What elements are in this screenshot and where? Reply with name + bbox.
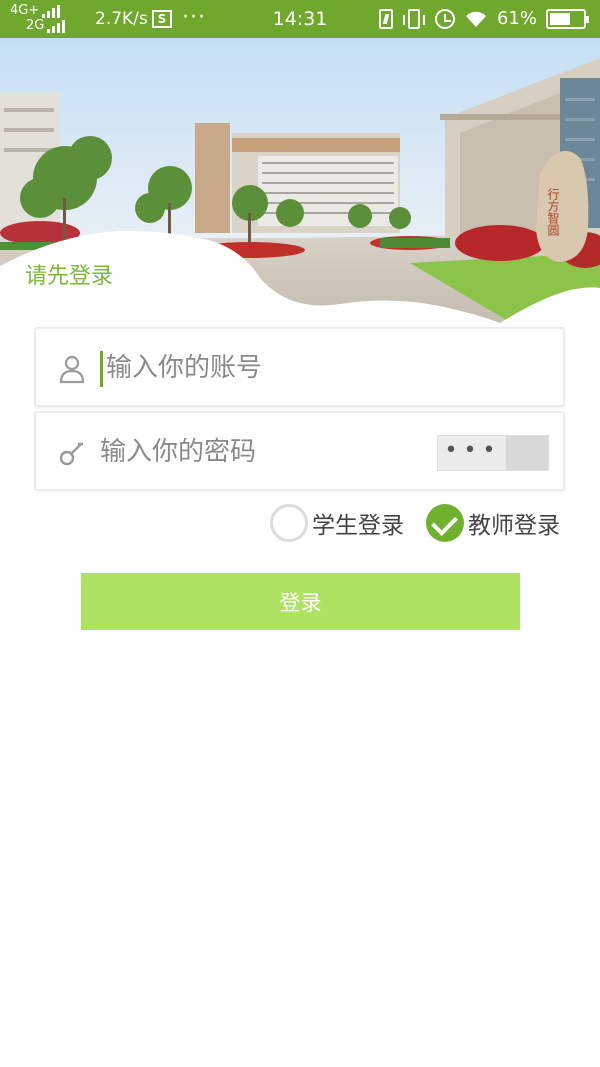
teacher-login-radio[interactable]: 教师登录 bbox=[426, 504, 560, 542]
student-login-radio[interactable]: 学生登录 bbox=[270, 504, 404, 542]
role-selector: 学生登录 教师登录 bbox=[0, 504, 600, 548]
account-field[interactable] bbox=[34, 327, 565, 407]
toggle-dots: ••• bbox=[444, 438, 502, 463]
text-cursor bbox=[100, 351, 103, 387]
key-icon bbox=[59, 442, 83, 466]
user-icon bbox=[59, 355, 85, 384]
stone-inscription: 行方智圆 bbox=[546, 188, 560, 237]
status-bar: 4G+ 2G 2.7K/s S ··· 14:31 61% bbox=[0, 0, 600, 38]
wifi-icon bbox=[464, 9, 488, 29]
vibrate-icon bbox=[402, 8, 425, 29]
teacher-login-label: 教师登录 bbox=[468, 513, 560, 539]
password-visibility-toggle[interactable]: ••• bbox=[437, 435, 549, 471]
battery-icon bbox=[546, 8, 589, 29]
battery-percent: 61% bbox=[496, 8, 537, 29]
checkmark-icon bbox=[426, 504, 464, 542]
toggle-knob bbox=[506, 436, 548, 470]
radio-unchecked-icon bbox=[270, 504, 308, 542]
campus-banner: 行方智圆 请先登录 bbox=[0, 38, 600, 328]
student-login-label: 学生登录 bbox=[312, 513, 404, 539]
alarm-icon bbox=[434, 8, 455, 29]
password-field[interactable]: ••• bbox=[34, 411, 565, 491]
welcome-title: 请先登录 bbox=[25, 264, 114, 289]
account-input[interactable] bbox=[106, 347, 436, 389]
password-input[interactable] bbox=[100, 431, 430, 473]
login-button[interactable]: 登录 bbox=[81, 573, 520, 630]
battery-saver-icon bbox=[378, 8, 393, 29]
